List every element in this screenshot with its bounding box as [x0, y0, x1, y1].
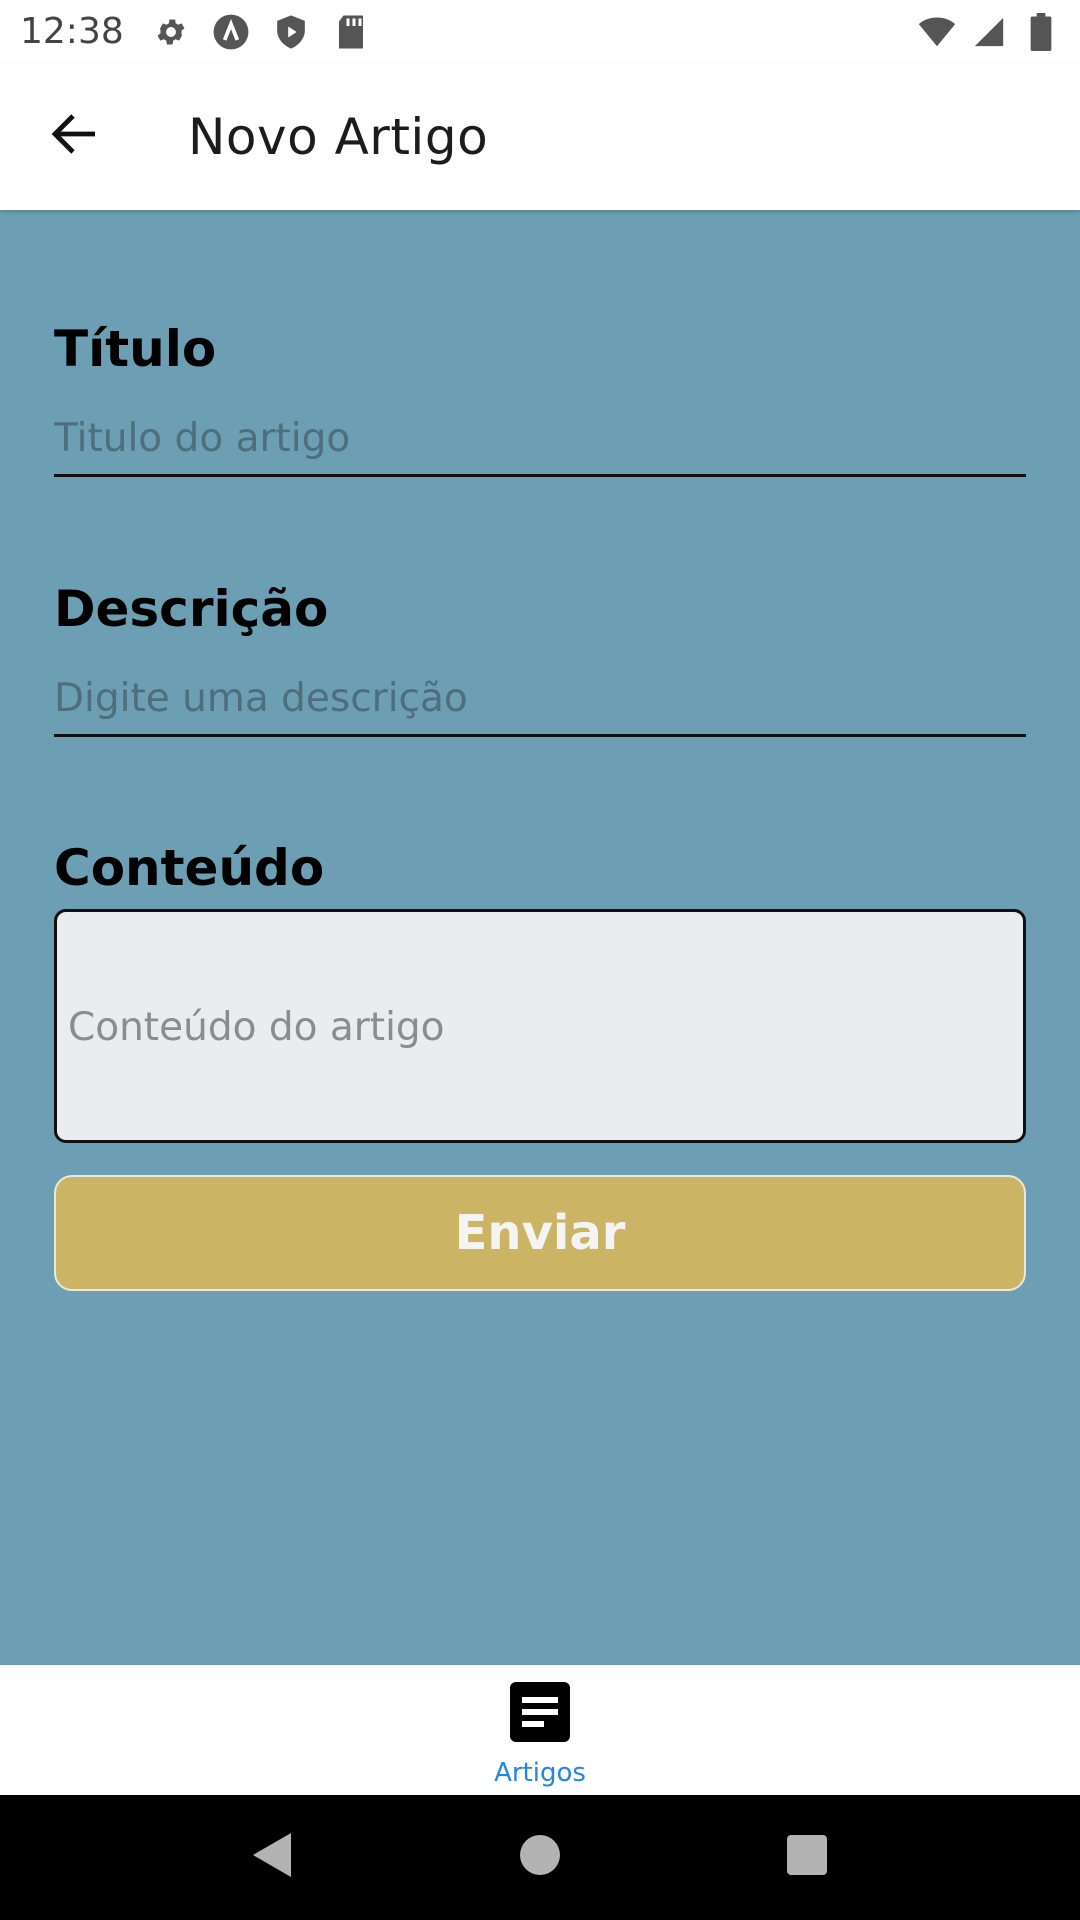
home-circle-icon [519, 1835, 560, 1880]
back-triangle-icon [251, 1831, 295, 1884]
system-nav-bar [0, 1795, 1080, 1920]
system-back-button[interactable] [233, 1818, 313, 1898]
signal-icon [970, 13, 1008, 51]
nav-item-label: Artigos [494, 1758, 586, 1788]
gear-icon [152, 13, 190, 51]
status-icons-left [152, 13, 370, 51]
app-screen: 12:38 Novo Artigo Título Titulo do artig… [0, 0, 1080, 1920]
arrow-left-icon [51, 112, 99, 161]
article-icon [509, 1682, 570, 1742]
battery-icon [1022, 12, 1060, 51]
status-time: 12:38 [20, 11, 124, 52]
sd-card-icon [332, 13, 370, 51]
article-form: Título Descrição Conteúdo Conteúdo do ar… [0, 210, 1080, 1665]
status-bar: 12:38 [0, 0, 1080, 63]
content-textarea[interactable] [54, 909, 1026, 1143]
shield-play-icon [272, 13, 310, 51]
recents-square-icon [786, 1835, 827, 1880]
status-icons-right [918, 12, 1060, 51]
back-button[interactable] [20, 82, 130, 192]
title-label: Título [54, 320, 217, 378]
nav-item-artigos[interactable]: Artigos [494, 1665, 586, 1795]
system-recents-button[interactable] [767, 1818, 847, 1898]
wifi-icon [918, 13, 956, 51]
description-input[interactable] [54, 663, 1026, 737]
content-label: Conteúdo [54, 839, 325, 897]
a-circle-icon [212, 13, 250, 51]
submit-button[interactable]: Enviar [54, 1175, 1026, 1291]
bottom-nav: Artigos [0, 1665, 1080, 1795]
app-bar: Novo Artigo [0, 63, 1080, 210]
page-title: Novo Artigo [188, 107, 489, 166]
title-input[interactable] [54, 403, 1026, 477]
system-home-button[interactable] [500, 1818, 580, 1898]
description-label: Descrição [54, 580, 329, 638]
